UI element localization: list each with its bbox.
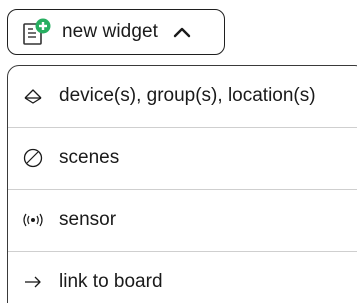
arrow-right-icon [21,270,45,294]
sensor-icon [21,208,45,232]
new-widget-button[interactable]: new widget [7,9,225,55]
menu-item-scenes[interactable]: scenes [8,128,357,188]
device-group-icon [21,84,45,108]
menu-item-label: scenes [59,147,120,168]
menu-item-sensor[interactable]: sensor [8,190,357,250]
menu-item-label: device(s), group(s), location(s) [59,85,316,106]
new-widget-dropdown: new widget device(s), group(s), location… [0,0,357,303]
chevron-up-icon [172,25,192,39]
menu-item-device-group-location[interactable]: device(s), group(s), location(s) [8,66,357,126]
menu-item-label: link to board [59,271,163,292]
menu-item-label: sensor [59,209,117,230]
add-widget-icon [22,18,52,46]
menu-item-link-to-board[interactable]: link to board [8,252,357,303]
scene-icon [21,146,45,170]
new-widget-label: new widget [62,21,159,42]
widget-type-menu: device(s), group(s), location(s) scenes [7,65,357,303]
